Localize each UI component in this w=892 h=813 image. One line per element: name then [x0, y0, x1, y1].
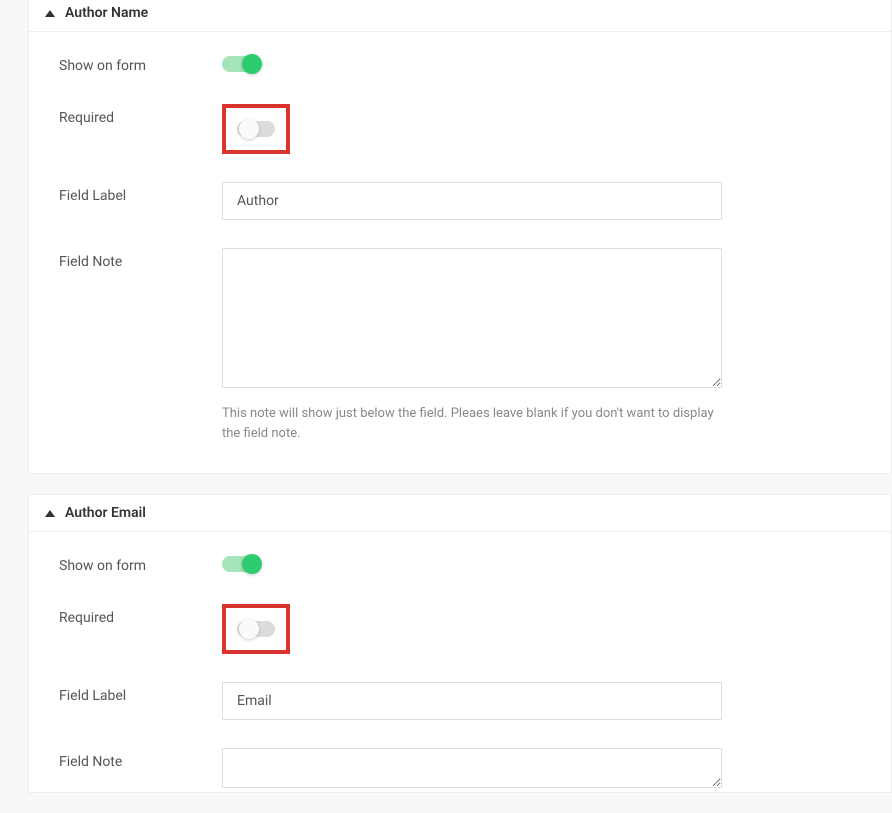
field-note-textarea[interactable] [222, 748, 722, 788]
field-note-label: Field Note [59, 248, 222, 270]
show-on-form-toggle[interactable] [222, 556, 260, 572]
section-title: Author Email [65, 505, 146, 521]
field-note-helper: This note will show just below the field… [222, 404, 722, 443]
caret-up-icon [45, 510, 55, 517]
section-author-name: Author Name Show on form Required Field … [28, 0, 892, 474]
section-body: Show on form Required Field Label [29, 532, 891, 792]
field-note-textarea[interactable] [222, 248, 722, 388]
field-label-label: Field Label [59, 182, 222, 204]
required-label: Required [59, 604, 222, 626]
toggle-knob [242, 54, 262, 74]
toggle-knob [239, 119, 259, 139]
section-header[interactable]: Author Name [29, 0, 891, 32]
field-note-label: Field Note [59, 748, 222, 770]
field-label-input[interactable] [222, 682, 722, 720]
required-toggle[interactable] [237, 121, 275, 137]
required-toggle[interactable] [237, 621, 275, 637]
required-label: Required [59, 104, 222, 126]
section-author-email: Author Email Show on form Required Field [28, 494, 892, 793]
show-on-form-label: Show on form [59, 552, 222, 574]
caret-up-icon [45, 10, 55, 17]
show-on-form-toggle[interactable] [222, 56, 260, 72]
highlight-box [222, 604, 290, 654]
field-label-input[interactable] [222, 182, 722, 220]
section-title: Author Name [65, 5, 148, 21]
section-body: Show on form Required Field Label [29, 32, 891, 473]
field-label-label: Field Label [59, 682, 222, 704]
section-header[interactable]: Author Email [29, 495, 891, 532]
highlight-box [222, 104, 290, 154]
toggle-knob [242, 554, 262, 574]
show-on-form-label: Show on form [59, 52, 222, 74]
toggle-knob [239, 619, 259, 639]
